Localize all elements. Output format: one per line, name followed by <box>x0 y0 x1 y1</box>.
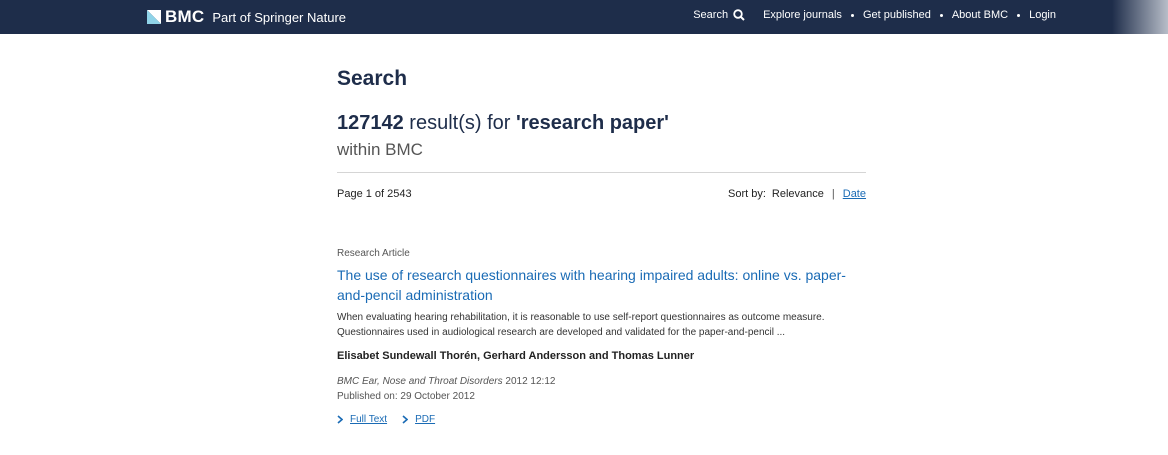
journal-name: BMC Ear, Nose and Throat Disorders <box>337 376 503 387</box>
nav-separator-dot <box>850 13 854 17</box>
nav-get-published[interactable]: Get published <box>863 9 931 21</box>
article-links: Full Text PDF <box>337 414 866 425</box>
bmc-logo-icon <box>147 10 161 24</box>
article-snippet: When evaluating hearing rehabilitation, … <box>337 312 825 338</box>
journal-reference: 2012 12:12 <box>502 376 556 387</box>
result-count: 127142 <box>337 112 404 134</box>
nav-login[interactable]: Login <box>1029 9 1056 21</box>
article-title-link[interactable]: The use of research questionnaires with … <box>337 265 866 305</box>
header-edge-fade <box>1112 0 1168 34</box>
nav-separator-dot <box>939 13 943 17</box>
search-result-item: Research Article The use of research que… <box>337 247 866 425</box>
results-summary: 127142 result(s) for 'research paper' <box>337 110 866 136</box>
full-text-label: Full Text <box>350 414 388 425</box>
site-header: BMC Part of Springer Nature Search Explo… <box>0 0 1168 34</box>
brand[interactable]: BMC Part of Springer Nature <box>147 7 346 27</box>
sort-separator: | <box>831 188 835 200</box>
publication-date: Published on: 29 October 2012 <box>337 391 475 402</box>
results-scope: within BMC <box>337 140 423 159</box>
sort-relevance-option[interactable]: Relevance <box>772 188 824 200</box>
sort-controls: Sort by: Relevance | Date <box>728 188 866 200</box>
divider <box>337 172 866 173</box>
nav-about-bmc[interactable]: About BMC <box>952 9 1008 21</box>
nav-separator-dot <box>1017 13 1021 17</box>
search-label: Search <box>693 9 729 21</box>
logo-text[interactable]: BMC <box>165 7 204 27</box>
results-summary-text: result(s) for <box>403 112 516 134</box>
full-text-link[interactable]: Full Text <box>337 414 387 425</box>
nav-explore-journals[interactable]: Explore journals <box>763 9 842 21</box>
page-title: Search <box>337 67 408 90</box>
top-navigation: Search Explore journals Get published Ab… <box>693 9 1056 21</box>
chevron-right-icon <box>402 415 409 424</box>
pdf-link[interactable]: PDF <box>402 414 435 425</box>
article-journal: BMC Ear, Nose and Throat Disorders 2012 … <box>337 374 866 389</box>
search-button[interactable]: Search <box>693 9 745 21</box>
search-icon <box>733 9 745 21</box>
tagline[interactable]: Part of Springer Nature <box>212 10 346 25</box>
pager-row: Page 1 of 2543 Sort by: Relevance | Date <box>337 187 866 201</box>
article-type: Research Article <box>337 248 410 259</box>
search-results-main: Search 127142 result(s) for 'research pa… <box>337 64 866 425</box>
article-authors: Elisabet Sundewall Thorén, Gerhard Ander… <box>337 350 695 362</box>
chevron-right-icon <box>337 415 343 424</box>
pdf-label: PDF <box>415 414 436 425</box>
sort-date-link[interactable]: Date <box>843 188 866 200</box>
sort-label: Sort by: <box>728 188 766 200</box>
page-indicator: Page 1 of 2543 <box>337 188 412 200</box>
search-query: 'research paper' <box>516 112 669 134</box>
